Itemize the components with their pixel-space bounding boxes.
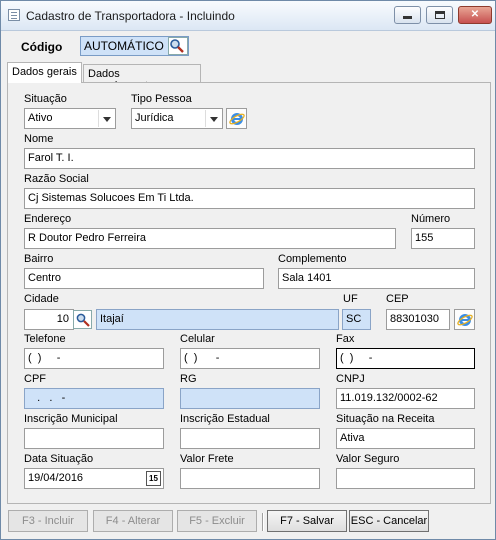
minimize-icon: [403, 16, 412, 19]
fax-label: Fax: [336, 333, 355, 345]
internet-explorer-icon: [457, 314, 473, 326]
tipo-pessoa-label: Tipo Pessoa: [131, 93, 192, 105]
cidade-name-field: Itajaí: [96, 309, 339, 330]
inscricao-municipal-label: Inscrição Municipal: [24, 413, 118, 425]
celular-field[interactable]: ( ) -: [180, 348, 320, 369]
cep-lookup-button[interactable]: [454, 309, 475, 330]
data-situacao-value: 19/04/2016: [28, 472, 84, 484]
nome-label: Nome: [24, 133, 54, 145]
situacao-label: Situação: [24, 93, 67, 105]
cnpj-label: CNPJ: [336, 373, 365, 385]
valor-frete-label: Valor Frete: [180, 453, 234, 465]
celular-label: Celular: [180, 333, 215, 345]
window: Cadastro de Transportadora - Incluindo ✕…: [0, 0, 496, 540]
fax-field[interactable]: ( ) -: [336, 348, 475, 369]
numero-label: Número: [411, 213, 451, 225]
button-bar: F3 - Incluir F4 - Alterar F5 - Excluir F…: [1, 507, 495, 539]
minimize-button[interactable]: [394, 6, 421, 24]
situacao-select[interactable]: Ativo: [24, 108, 116, 129]
codigo-label: Código: [21, 40, 63, 54]
bairro-label: Bairro: [24, 253, 54, 265]
complemento-label: Complemento: [278, 253, 347, 265]
situacao-receita-field[interactable]: Ativa: [336, 428, 475, 449]
alterar-button[interactable]: F4 - Alterar: [93, 510, 173, 532]
uf-field: SC: [342, 309, 371, 330]
tab-dados-gerais[interactable]: Dados gerais: [7, 62, 82, 83]
uf-label: UF: [343, 293, 358, 305]
cep-label: CEP: [386, 293, 409, 305]
search-icon: [76, 313, 90, 327]
tab-dados-complementares[interactable]: Dados complementares: [83, 64, 201, 92]
search-icon: [170, 39, 184, 53]
window-title: Cadastro de Transportadora - Incluindo: [26, 9, 235, 23]
calendar-icon[interactable]: 15: [146, 471, 161, 486]
inscricao-estadual-label: Inscrição Estadual: [180, 413, 270, 425]
form-icon: [8, 9, 20, 21]
tipo-pessoa-value: Jurídica: [135, 112, 174, 124]
razao-social-field[interactable]: Cj Sistemas Solucoes Em Ti Ltda.: [24, 188, 475, 209]
cpf-field: . . -: [24, 388, 164, 409]
data-situacao-label: Data Situação: [24, 453, 94, 465]
situacao-receita-label: Situação na Receita: [336, 413, 435, 425]
situacao-value: Ativo: [28, 112, 53, 124]
chevron-down-icon: [98, 110, 114, 127]
telefone-field[interactable]: ( ) -: [24, 348, 164, 369]
endereco-field[interactable]: R Doutor Pedro Ferreira: [24, 228, 396, 249]
cancelar-button[interactable]: ESC - Cancelar: [349, 510, 429, 532]
rg-field: [180, 388, 320, 409]
telefone-label: Telefone: [24, 333, 66, 345]
codigo-search-button[interactable]: [168, 37, 188, 55]
inscricao-estadual-field[interactable]: [180, 428, 320, 449]
title-bar: Cadastro de Transportadora - Incluindo ✕: [1, 1, 495, 31]
complemento-field[interactable]: Sala 1401: [278, 268, 475, 289]
tipo-pessoa-select[interactable]: Jurídica: [131, 108, 223, 129]
maximize-button[interactable]: [426, 6, 453, 24]
cidade-code-field[interactable]: 10: [24, 309, 74, 330]
cnpj-field[interactable]: 11.019.132/0002-62: [336, 388, 475, 409]
valor-seguro-label: Valor Seguro: [336, 453, 400, 465]
internet-explorer-icon: [229, 113, 245, 125]
endereco-label: Endereço: [24, 213, 72, 225]
salvar-button[interactable]: F7 - Salvar: [267, 510, 347, 532]
cidade-search-button[interactable]: [73, 310, 92, 329]
razao-social-label: Razão Social: [24, 173, 89, 185]
maximize-icon: [434, 11, 445, 19]
cep-field[interactable]: 88301030: [386, 309, 450, 330]
excluir-button[interactable]: F5 - Excluir: [177, 510, 257, 532]
web-lookup-button[interactable]: [226, 108, 247, 129]
nome-field[interactable]: Farol T. I.: [24, 148, 475, 169]
cpf-label: CPF: [24, 373, 46, 385]
data-situacao-field[interactable]: 19/04/2016 15: [24, 468, 164, 489]
numero-field[interactable]: 155: [411, 228, 475, 249]
rg-label: RG: [180, 373, 197, 385]
incluir-button[interactable]: F3 - Incluir: [8, 510, 88, 532]
valor-frete-field[interactable]: [180, 468, 320, 489]
bairro-field[interactable]: Centro: [24, 268, 264, 289]
toolbar-separator: [262, 513, 264, 531]
tab-panel: Situação Ativo Tipo Pessoa Jurídica Nome…: [7, 82, 491, 504]
close-button[interactable]: ✕: [458, 6, 492, 24]
cidade-label: Cidade: [24, 293, 59, 305]
valor-seguro-field[interactable]: [336, 468, 475, 489]
chevron-down-icon: [205, 110, 221, 127]
inscricao-municipal-field[interactable]: [24, 428, 164, 449]
